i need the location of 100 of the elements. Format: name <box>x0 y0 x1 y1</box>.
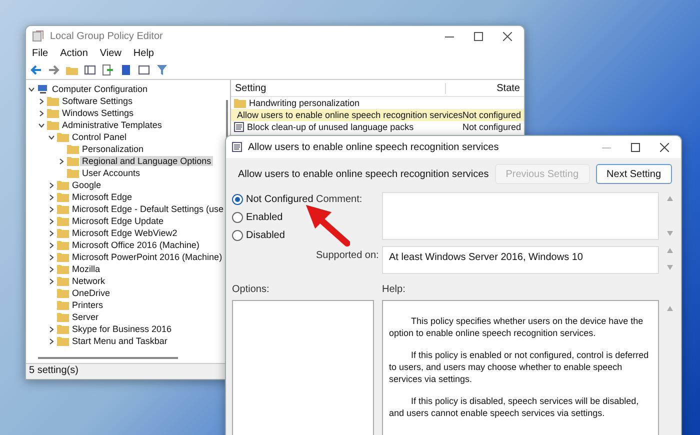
column-header[interactable]: State <box>445 82 524 94</box>
maximize-icon[interactable] <box>631 142 640 152</box>
tree-item[interactable]: Mozilla <box>70 264 102 274</box>
maximize-icon[interactable] <box>474 32 483 40</box>
folder-icon <box>57 288 69 298</box>
folder-icon <box>47 96 59 106</box>
policy-icon <box>234 122 244 132</box>
computer-icon <box>37 84 49 94</box>
menu-item[interactable]: Help <box>133 48 154 59</box>
filter-icon[interactable] <box>156 64 168 76</box>
options-label: Options: <box>232 283 270 295</box>
radio-label: Not Configured <box>246 194 314 205</box>
chevron-right-icon[interactable] <box>48 206 55 212</box>
close-icon[interactable] <box>660 142 669 152</box>
radio-label: Disabled <box>246 230 285 241</box>
tree-item[interactable]: Software Settings <box>60 96 135 106</box>
scrollbar[interactable] <box>38 357 178 359</box>
tree-item[interactable]: Computer Configuration <box>50 84 150 94</box>
folder-icon <box>57 300 69 310</box>
tree-item[interactable]: Regional and Language Options <box>80 156 214 166</box>
tree-item[interactable]: Microsoft Edge - Default Settings (use <box>70 204 226 214</box>
list-row[interactable]: Allow users to enable online speech recognition servicesNot configured <box>231 109 524 121</box>
tree-item[interactable]: Skype for Business 2016 <box>70 324 174 334</box>
tree-item[interactable]: Microsoft Office 2016 (Machine) <box>70 240 202 250</box>
export-icon[interactable] <box>102 64 114 76</box>
folder-icon <box>57 252 69 262</box>
column-header[interactable]: Setting <box>231 82 445 94</box>
window-icon[interactable] <box>138 64 150 76</box>
policy-heading: Allow users to enable online speech recognition services <box>238 168 489 180</box>
chevron-right-icon[interactable] <box>48 278 55 284</box>
tree-item[interactable]: Network <box>70 276 108 286</box>
radio-button[interactable] <box>232 230 243 241</box>
annotation-arrow <box>304 203 350 247</box>
chevron-right-icon[interactable] <box>48 194 55 200</box>
radio-button[interactable] <box>232 212 243 223</box>
tree-item[interactable]: Microsoft Edge <box>70 192 134 202</box>
chevron-right-icon[interactable] <box>48 338 55 344</box>
tree-item[interactable]: Microsoft Edge WebView2 <box>70 228 180 238</box>
chevron-right-icon[interactable] <box>48 182 55 188</box>
tree-item[interactable]: Start Menu and Taskbar <box>70 336 170 346</box>
window-title: Local Group Policy Editor <box>50 30 164 42</box>
folder-icon <box>57 192 69 202</box>
tree-item[interactable]: Google <box>70 180 104 190</box>
list-row[interactable]: Handwriting personalization <box>231 97 524 109</box>
folder-icon <box>47 120 59 130</box>
chevron-down-icon[interactable] <box>28 86 35 92</box>
chevron-right-icon[interactable] <box>48 218 55 224</box>
folder-icon <box>57 132 69 142</box>
menu-item[interactable]: Action <box>60 48 88 59</box>
folder-icon <box>67 168 79 178</box>
tree-item[interactable]: OneDrive <box>70 288 112 298</box>
forward-arrow-icon[interactable] <box>48 64 60 76</box>
tree-item[interactable]: Printers <box>70 300 106 310</box>
list-row[interactable]: Block clean-up of unused language packs Not configured <box>231 121 524 133</box>
chevron-right-icon[interactable] <box>58 158 65 164</box>
tree-item[interactable]: Administrative Templates <box>60 120 164 130</box>
tree-item[interactable]: Windows Settings <box>60 108 136 118</box>
folder-icon <box>57 204 69 214</box>
close-icon[interactable] <box>503 32 512 40</box>
tree-item[interactable]: Microsoft PowerPoint 2016 (Machine) <box>70 252 224 262</box>
folder-icon <box>57 324 69 334</box>
folder-icon <box>47 108 59 118</box>
chevron-right-icon[interactable] <box>38 110 45 116</box>
folder-icon <box>67 144 79 154</box>
chevron-down-icon[interactable] <box>48 134 55 140</box>
tree-item[interactable]: User Accounts <box>80 168 142 178</box>
supported-field: At least Windows Server 2016, Windows 10 <box>382 246 659 274</box>
pane-icon[interactable] <box>84 64 96 76</box>
policy-icon <box>232 142 242 152</box>
folder-icon <box>57 276 69 286</box>
chevron-right-icon[interactable] <box>48 230 55 236</box>
chevron-right-icon[interactable] <box>48 326 55 332</box>
help-paragraph: If this policy is disabled, speech services will be disabled, and users cannot enable speech services via settings. <box>389 395 640 419</box>
chevron-right-icon[interactable] <box>48 266 55 272</box>
folder-icon <box>57 240 69 250</box>
folder-icon <box>67 156 79 166</box>
help-label: Help: <box>382 283 406 295</box>
folder-icon <box>57 228 69 238</box>
chevron-down-icon[interactable] <box>38 122 45 128</box>
chevron-right-icon[interactable] <box>38 98 45 104</box>
folder-icon <box>57 336 69 346</box>
tree-item[interactable]: Server <box>70 312 101 322</box>
app-icon <box>32 30 44 42</box>
tree-item[interactable]: Personalization <box>80 144 146 154</box>
chevron-right-icon[interactable] <box>48 254 55 260</box>
menu-item[interactable]: File <box>32 48 48 59</box>
setting-name: Handwriting personalization <box>249 98 360 108</box>
tree-item[interactable]: Microsoft Edge Update <box>70 216 166 226</box>
comment-label: Comment: <box>316 193 364 205</box>
dialog-title: Allow users to enable online speech recognition services <box>248 142 500 152</box>
chevron-right-icon[interactable] <box>48 242 55 248</box>
menu-item[interactable]: View <box>100 48 122 59</box>
help-paragraph: This policy specifies whether users on the device have the option to enable online speech recognition services. <box>389 315 644 339</box>
comment-field[interactable] <box>382 192 659 240</box>
tree-item[interactable]: Control Panel <box>70 132 129 142</box>
folder-icon <box>57 312 69 322</box>
next-setting-button[interactable]: Next Setting <box>596 164 672 184</box>
radio-button[interactable] <box>232 194 243 205</box>
back-arrow-icon[interactable] <box>30 64 42 76</box>
setting-name: Allow users to enable online speech recognition services <box>237 110 463 120</box>
